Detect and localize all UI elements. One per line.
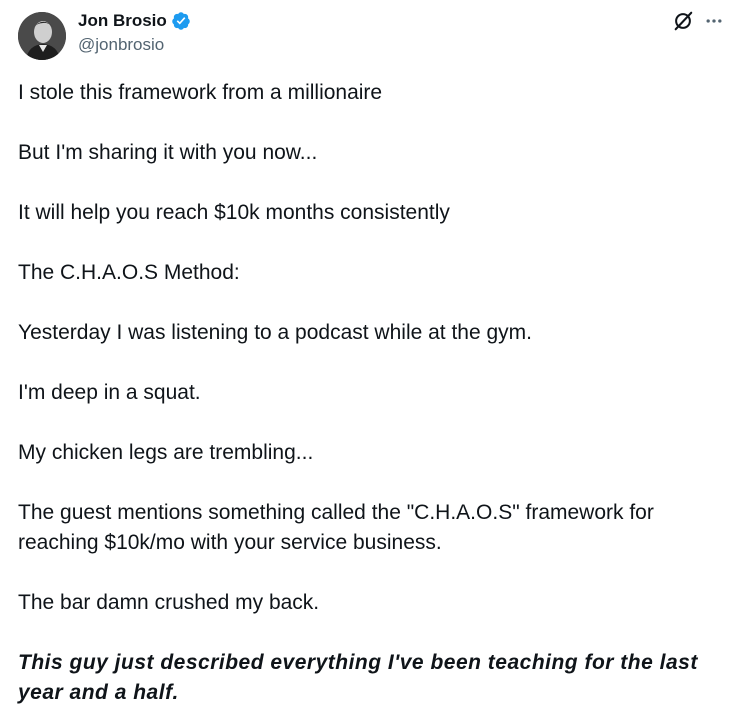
tweet-paragraph-emphasis: This guy just described everything I've …	[18, 651, 705, 704]
author-name[interactable]: Jon Brosio	[78, 11, 167, 31]
grok-icon[interactable]	[672, 10, 694, 32]
tweet-paragraph: The guest mentions something called the …	[18, 501, 660, 554]
tweet-paragraph: I'm deep in a squat.	[18, 381, 201, 404]
tweet-header: Jon Brosio @jonbrosio	[18, 10, 724, 62]
header-actions	[672, 10, 724, 32]
tweet-paragraph: I stole this framework from a millionair…	[18, 81, 383, 104]
author-handle[interactable]: @jonbrosio	[78, 35, 191, 55]
tweet-paragraph: The bar damn crushed my back.	[18, 591, 320, 614]
author-info: Jon Brosio @jonbrosio	[78, 10, 191, 55]
tweet-paragraph: My chicken legs are trembling...	[18, 441, 314, 464]
name-row: Jon Brosio	[78, 10, 191, 32]
verified-badge-icon[interactable]	[171, 11, 191, 31]
tweet-paragraph: It will help you reach $10k months consi…	[18, 201, 450, 224]
avatar-portrait-icon	[18, 12, 66, 60]
tweet-paragraph: But I'm sharing it with you now...	[18, 141, 318, 164]
more-options-icon[interactable]	[704, 11, 724, 31]
avatar[interactable]	[18, 12, 66, 60]
tweet-paragraph: Yesterday I was listening to a podcast w…	[18, 321, 533, 344]
tweet-paragraph: The C.H.A.O.S Method:	[18, 261, 240, 284]
